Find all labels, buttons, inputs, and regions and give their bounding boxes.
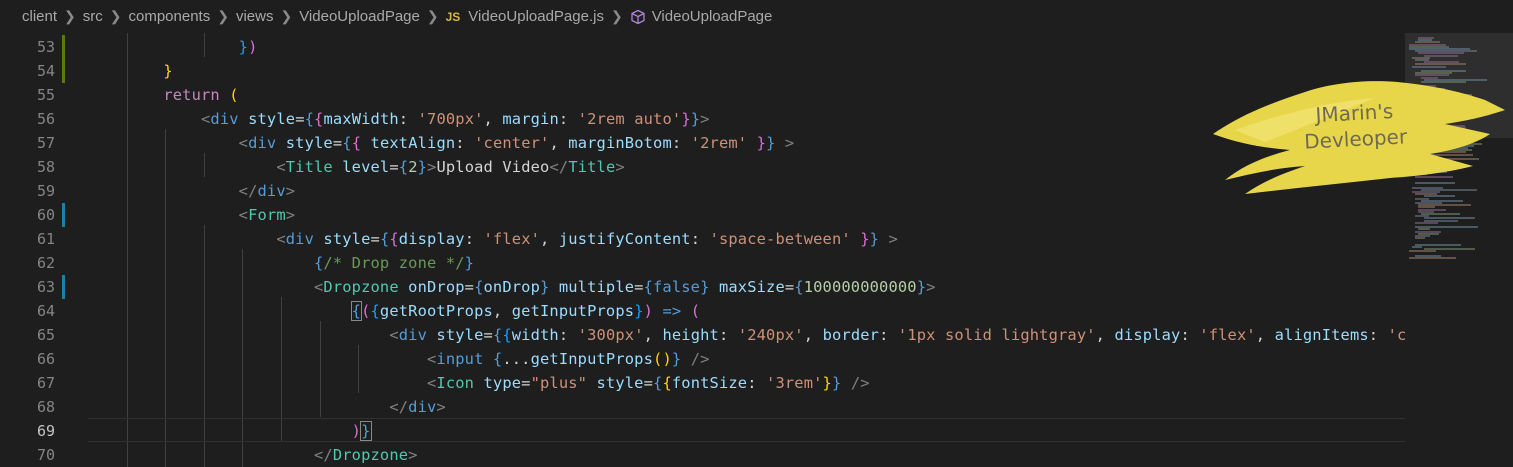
code-line: 57 <div style={{ textAlign: 'center', ma… [0, 131, 1405, 155]
breadcrumb-item-src[interactable]: src [83, 8, 103, 25]
code-line: 62 {/* Drop zone */} [0, 251, 1405, 275]
line-number: 62 [36, 254, 55, 272]
minimap-line [1412, 65, 1446, 68]
code-line: 58 <Title level={2}>Upload Video</Title> [0, 155, 1405, 179]
code-text: }) [238, 38, 258, 56]
code-text: {({getRootProps, getInputProps}) => ( [350, 301, 701, 321]
line-number: 55 [36, 86, 55, 104]
code-text: )} [351, 421, 372, 441]
gutter-changed-marker [62, 275, 65, 299]
code-text: <div style={{ textAlign: 'center', margi… [238, 134, 795, 152]
code-line: 60 <Form> [0, 203, 1405, 227]
line-number: 56 [36, 110, 55, 128]
code-text: <Icon type="plus" style={{fontSize: '3re… [426, 374, 870, 392]
minimap-line [1415, 237, 1425, 240]
code-line: 61 <div style={{display: 'flex', justify… [0, 227, 1405, 251]
code-text: </Dropzone> [313, 446, 418, 464]
minimap-line [1409, 250, 1436, 253]
code-text: } [163, 62, 173, 80]
breadcrumb-item-views[interactable]: views [236, 8, 274, 25]
code-line-active: 69 )} [0, 419, 1405, 443]
code-line: 63 <Dropzone onDrop={onDrop} multiple={f… [0, 275, 1405, 299]
line-number: 58 [36, 158, 55, 176]
chevron-right-icon: ❯ [109, 8, 122, 24]
code-editor[interactable]: 53 }) 54 } 55 return ( 56 <div style={{m… [0, 33, 1405, 467]
line-number: 63 [36, 278, 55, 296]
line-number: 61 [36, 230, 55, 248]
line-number: 54 [36, 62, 55, 80]
breadcrumb-item-file[interactable]: VideoUploadPage.js [468, 8, 604, 25]
code-text: <Title level={2}>Upload Video</Title> [276, 158, 625, 176]
symbol-cube-icon [630, 9, 646, 25]
line-number: 69 [36, 422, 55, 440]
breadcrumb-item-client[interactable]: client [22, 8, 57, 25]
code-line: 56 <div style={{maxWidth: '700px', margi… [0, 107, 1405, 131]
code-line: 54 } [0, 59, 1405, 83]
code-text: </div> [238, 182, 296, 200]
line-number: 64 [36, 302, 55, 320]
code-text: <Form> [238, 206, 296, 224]
code-text: </div> [389, 398, 446, 416]
line-number: 65 [36, 326, 55, 344]
line-number: 67 [36, 374, 55, 392]
code-line: 66 <input {...getInputProps()} /> [0, 347, 1405, 371]
line-number: 60 [36, 206, 55, 224]
code-text: <div style={{maxWidth: '700px', margin: … [201, 110, 710, 128]
breadcrumb-item-folder[interactable]: VideoUploadPage [299, 8, 420, 25]
chevron-right-icon: ❯ [217, 8, 229, 24]
code-line: 65 <div style={{width: '300px', height: … [0, 323, 1405, 347]
code-line: 55 return ( [0, 83, 1405, 107]
code-text: {/* Drop zone */} [313, 254, 475, 272]
minimap-line [1412, 246, 1422, 248]
code-text: <div style={{width: '300px', height: '24… [389, 326, 1405, 344]
javascript-file-icon: JS [445, 9, 461, 24]
line-number: 57 [36, 134, 55, 152]
chevron-right-icon: ❯ [610, 8, 623, 24]
breadcrumb: client ❯ src ❯ components ❯ views ❯ Vide… [0, 0, 1513, 33]
minimap-line [1409, 257, 1456, 259]
minimap-line [1415, 221, 1438, 224]
gutter-modified-marker [62, 59, 65, 83]
line-number: 59 [36, 182, 55, 200]
code-line: 59 </div> [0, 179, 1405, 203]
breadcrumb-item-symbol[interactable]: VideoUploadPage [652, 8, 773, 25]
code-text: <Dropzone onDrop={onDrop} multiple={fals… [313, 278, 936, 296]
chevron-right-icon: ❯ [426, 8, 439, 24]
code-line: 70 </Dropzone> [0, 443, 1405, 467]
code-line: 53 }) [0, 35, 1405, 59]
breadcrumb-item-components[interactable]: components [129, 8, 211, 25]
code-text: <input {...getInputProps()} /> [426, 350, 710, 368]
watermark-text: JMarin's Devleoper [1294, 97, 1417, 155]
code-text: return ( [163, 86, 239, 104]
line-number: 68 [36, 398, 55, 416]
code-line: 68 </div> [0, 395, 1405, 419]
gutter-changed-marker [62, 203, 65, 227]
code-line: 64 {({getRootProps, getInputProps}) => ( [0, 299, 1405, 323]
line-number: 66 [36, 350, 55, 368]
gutter-modified-marker [62, 35, 65, 59]
line-number: 53 [36, 38, 55, 56]
chevron-right-icon: ❯ [280, 8, 293, 24]
code-text: <div style={{display: 'flex', justifyCon… [276, 230, 898, 248]
chevron-right-icon: ❯ [64, 8, 76, 24]
code-line: 67 <Icon type="plus" style={{fontSize: '… [0, 371, 1405, 395]
line-number: 70 [36, 446, 55, 464]
